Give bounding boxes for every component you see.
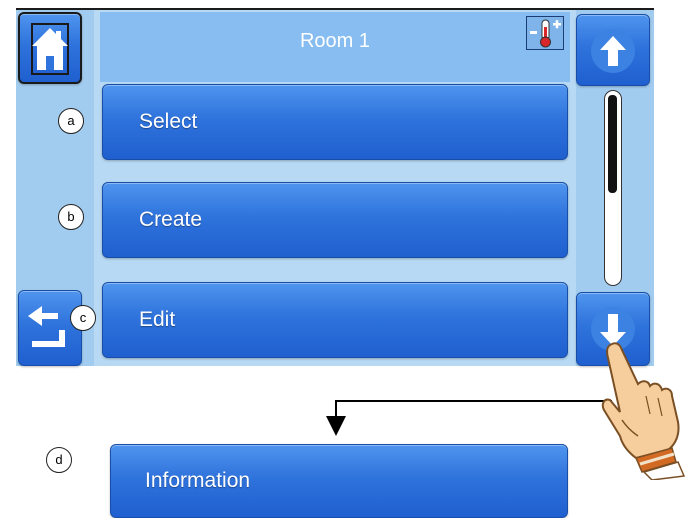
menu-item-create[interactable]: Create (102, 182, 568, 258)
title-bar: Room 1 (100, 12, 570, 82)
scroll-up-button[interactable] (576, 14, 650, 86)
menu-item-label: Information (145, 469, 251, 492)
marker-b: b (58, 204, 84, 230)
back-button[interactable] (18, 290, 82, 366)
page-title: Room 1 (299, 30, 371, 52)
back-arrow-icon (28, 306, 65, 347)
thermometer-icon (530, 19, 561, 48)
menu-item-label: Create (139, 208, 203, 231)
thermometer-plus-icon[interactable] (526, 16, 564, 50)
arrow-up-icon (591, 29, 635, 73)
arrow-down-pointer-icon (326, 416, 346, 436)
scrollbar-thumb[interactable] (608, 95, 617, 193)
menu-item-information[interactable]: Information (110, 444, 568, 518)
pointing-hand-icon (601, 342, 686, 480)
marker-a: a (58, 108, 84, 134)
menu-item-edit[interactable]: Edit (102, 282, 568, 358)
menu-item-select[interactable]: Select (102, 84, 568, 160)
home-icon (31, 23, 69, 75)
menu-item-label: Edit (139, 308, 176, 331)
marker-d: d (46, 447, 72, 473)
touch-screen-panel: Room 1 Select Create Edit (16, 8, 654, 366)
marker-c: c (70, 305, 96, 331)
scrollbar[interactable] (604, 90, 622, 286)
connector-line (336, 400, 612, 402)
home-button[interactable] (18, 12, 82, 84)
menu-item-label: Select (139, 110, 198, 133)
